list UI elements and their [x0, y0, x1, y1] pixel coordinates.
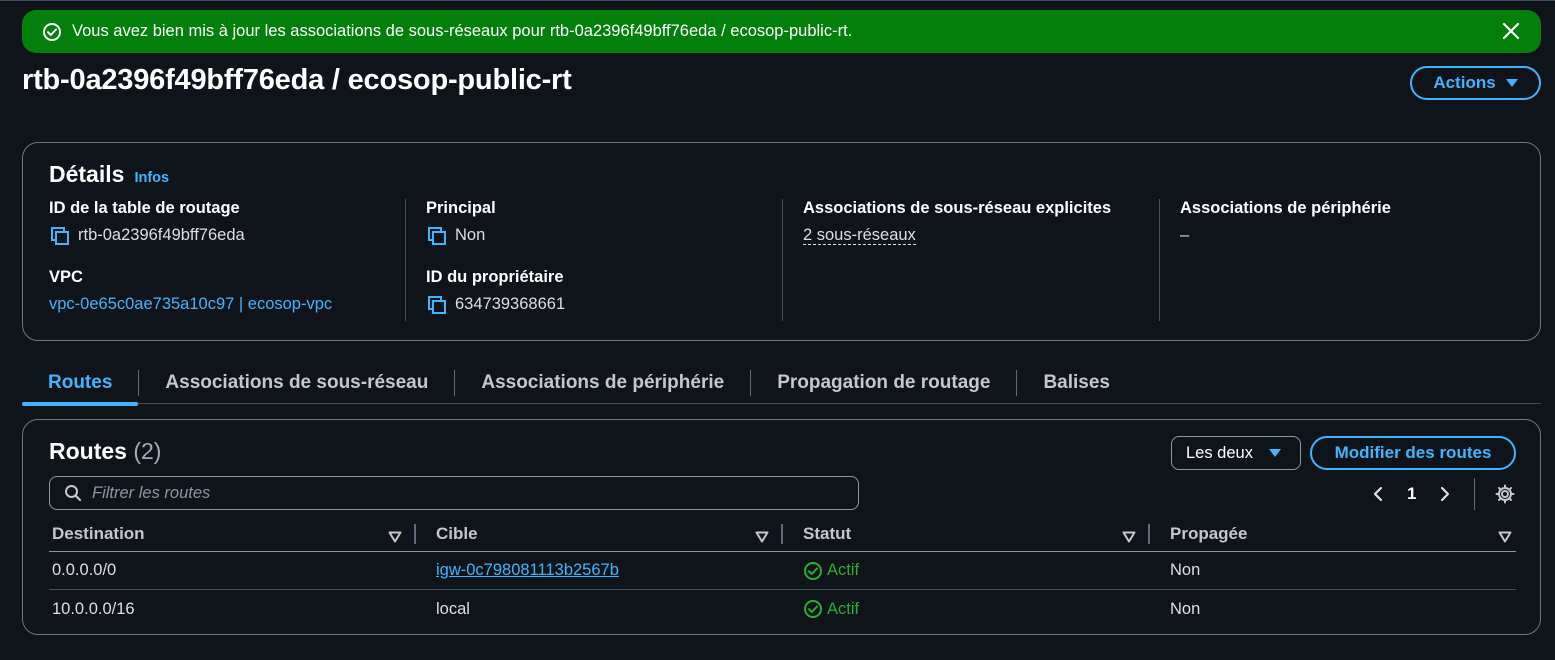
pagination: 1 [1369, 478, 1515, 510]
top-border [0, 0, 1555, 4]
route-table-id-label: ID de la table de routage [49, 199, 240, 217]
subnet-associations-label: Associations de sous-réseau explicites [803, 199, 1112, 217]
pager-divider [1474, 478, 1476, 510]
sort-down-icon[interactable] [388, 528, 402, 543]
routes-title-text: Routes [49, 438, 127, 464]
subnet-associations-value: 2 sous-réseaux [803, 223, 1159, 248]
tab-route-propagation[interactable]: Propagation de routage [751, 362, 1016, 404]
column-header-propagated[interactable]: Propagée [1150, 516, 1516, 551]
search-icon [64, 484, 82, 502]
page-number[interactable]: 1 [1407, 484, 1416, 504]
details-column-2: Principal Non ID du propriétaire 6347393… [405, 199, 782, 321]
table-header: Destination Cible Statut Propagée [49, 516, 1516, 552]
status-text: Actif [827, 561, 860, 579]
cell-status: Actif [783, 552, 1150, 589]
routes-count: (2) [133, 438, 162, 464]
gear-icon[interactable] [1495, 484, 1515, 504]
filter-routes-field[interactable] [49, 476, 859, 510]
route-table-id-text: rtb-0a2396f49bff76eda [78, 226, 245, 244]
sort-down-icon[interactable] [755, 528, 769, 543]
subnet-associations-link[interactable]: 2 sous-réseaux [803, 226, 916, 245]
tab-bar: Routes Associations de sous-réseau Assoc… [22, 362, 1541, 406]
chevron-right-icon[interactable] [1436, 485, 1454, 503]
actions-button[interactable]: Actions [1410, 66, 1541, 100]
tab-subnet-associations[interactable]: Associations de sous-réseau [139, 362, 454, 404]
status-ok-icon [803, 561, 823, 581]
vpc-label: VPC [49, 268, 83, 286]
details-column-4: Associations de périphérie – [1159, 199, 1519, 321]
modify-routes-button[interactable]: Modifier des routes [1310, 436, 1516, 470]
tab-routes[interactable]: Routes [22, 362, 139, 406]
chevron-left-icon[interactable] [1369, 485, 1387, 503]
tab-tags[interactable]: Balises [1017, 362, 1136, 404]
main-value-text: Non [455, 226, 486, 244]
copy-icon[interactable] [426, 225, 448, 247]
route-filter-select[interactable]: Les deux [1171, 436, 1301, 470]
table-row: 0.0.0.0/0 igw-0c798081113b2567b Actif No… [49, 552, 1516, 590]
owner-id-label: ID du propriétaire [426, 268, 564, 286]
cell-propagated: Non [1170, 561, 1201, 579]
cell-propagated: Non [1170, 599, 1201, 618]
edge-associations-label: Associations de périphérie [1180, 199, 1391, 217]
cell-target: igw-0c798081113b2567b [416, 552, 783, 589]
details-heading: Détails Infos [49, 161, 169, 188]
main-label: Principal [426, 199, 496, 217]
main-value: Non [426, 223, 782, 248]
filter-routes-input[interactable] [92, 483, 852, 503]
success-check-icon [42, 22, 62, 42]
status-ok-icon [803, 599, 823, 619]
column-header-label: Cible [436, 523, 478, 543]
page-title: rtb-0a2396f49bff76eda / ecosop-public-rt [22, 64, 572, 96]
details-column-3: Associations de sous-réseau explicites 2… [782, 199, 1159, 321]
copy-icon[interactable] [49, 225, 71, 247]
column-header-destination[interactable]: Destination [49, 516, 416, 551]
cell-destination: 10.0.0.0/16 [52, 599, 135, 618]
owner-id-text: 634739368661 [455, 295, 566, 313]
vpc-link[interactable]: vpc-0e65c0ae735a10c97 | ecosop-vpc [49, 295, 332, 314]
column-header-label: Statut [803, 523, 852, 543]
details-title: Détails [49, 161, 125, 187]
vpc-value: vpc-0e65c0ae735a10c97 | ecosop-vpc [49, 292, 405, 317]
tab-edge-associations[interactable]: Associations de périphérie [455, 362, 750, 404]
routes-table: Destination Cible Statut Propagée 0.0.0.… [49, 516, 1516, 628]
copy-icon[interactable] [426, 294, 448, 316]
column-header-label: Destination [52, 523, 145, 543]
details-panel: Détails Infos ID de la table de routage … [22, 142, 1541, 341]
flash-message: Vous avez bien mis à jour les associatio… [72, 22, 853, 40]
table-row: 10.0.0.0/16 local Actif Non [49, 590, 1516, 628]
routes-title: Routes (2) [49, 438, 161, 465]
caret-down-icon [1268, 449, 1281, 457]
actions-button-label: Actions [1433, 73, 1496, 92]
info-link[interactable]: Infos [134, 170, 169, 186]
route-table-id-value: rtb-0a2396f49bff76eda [49, 223, 405, 248]
cell-target: local [436, 599, 470, 618]
sort-down-icon[interactable] [1122, 528, 1136, 543]
column-header-label: Propagée [1170, 523, 1248, 543]
sort-down-icon[interactable] [1498, 528, 1512, 543]
routes-panel: Routes (2) Les deux Modifier des routes … [22, 419, 1541, 635]
owner-id-value: 634739368661 [426, 292, 782, 317]
target-link[interactable]: igw-0c798081113b2567b [436, 561, 619, 580]
cell-status: Actif [783, 590, 1150, 628]
route-filter-select-value: Les deux [1186, 443, 1253, 462]
edge-associations-value: – [1180, 226, 1190, 244]
close-icon[interactable] [1501, 21, 1521, 41]
caret-down-icon [1505, 79, 1518, 87]
cell-destination: 0.0.0.0/0 [52, 561, 117, 579]
details-column-1: ID de la table de routage rtb-0a2396f49b… [49, 199, 405, 321]
success-flash-banner: Vous avez bien mis à jour les associatio… [22, 10, 1541, 53]
status-text: Actif [827, 599, 860, 618]
column-header-target[interactable]: Cible [416, 516, 783, 551]
column-header-status[interactable]: Statut [783, 516, 1150, 551]
